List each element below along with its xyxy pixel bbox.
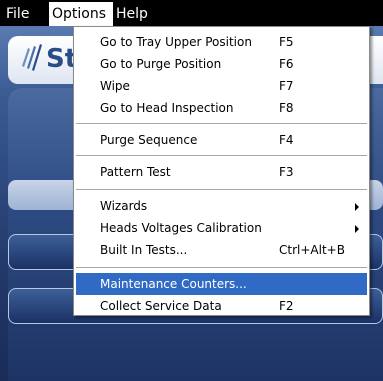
menu-item-shortcut: Ctrl+Alt+B (279, 243, 345, 257)
menu-item-shortcut: F7 (279, 79, 294, 93)
menu-item-label: Wipe (100, 79, 130, 93)
menu-item-label: Heads Voltages Calibration (100, 221, 262, 235)
menu-item-heads-voltages-calibration[interactable]: Heads Voltages Calibration (76, 217, 367, 239)
menu-item-go-to-purge-position[interactable]: Go to Purge Position F6 (76, 53, 367, 75)
menu-help[interactable]: Help (116, 3, 148, 25)
menu-item-label: Pattern Test (100, 165, 171, 179)
menu-item-maintenance-counters[interactable]: Maintenance Counters... (76, 273, 367, 295)
menu-item-shortcut: F3 (279, 165, 294, 179)
menu-item-built-in-tests[interactable]: Built In Tests... Ctrl+Alt+B (76, 239, 367, 261)
menu-file[interactable]: File (6, 3, 29, 25)
options-dropdown-menu: Go to Tray Upper Position F5 Go to Purge… (73, 26, 370, 316)
menu-separator (76, 155, 367, 156)
menu-item-go-to-head-inspection[interactable]: Go to Head Inspection F8 (76, 97, 367, 119)
menu-item-shortcut: F6 (279, 57, 294, 71)
menu-item-go-to-tray-upper-position[interactable]: Go to Tray Upper Position F5 (76, 31, 367, 53)
menu-item-label: Collect Service Data (100, 299, 222, 313)
menu-item-label: Go to Tray Upper Position (100, 35, 252, 49)
menu-item-shortcut: F2 (279, 299, 294, 313)
menu-item-collect-service-data[interactable]: Collect Service Data F2 (76, 295, 367, 317)
menu-item-shortcut: F4 (279, 133, 294, 147)
menu-item-purge-sequence[interactable]: Purge Sequence F4 (76, 129, 367, 151)
menu-options[interactable]: Options (52, 3, 106, 25)
menu-separator (76, 267, 367, 268)
menu-separator (76, 189, 367, 190)
submenu-arrow-icon (355, 225, 359, 233)
menu-item-label: Built In Tests... (100, 243, 188, 257)
menu-item-shortcut: F5 (279, 35, 294, 49)
menu-item-label: Maintenance Counters... (100, 277, 247, 291)
menu-item-wizards[interactable]: Wizards (76, 195, 367, 217)
menu-item-label: Go to Head Inspection (100, 101, 234, 115)
menu-item-label: Purge Sequence (100, 133, 198, 147)
application-window: St File Options Help Go to Tray Upper Po… (0, 0, 383, 381)
menu-item-wipe[interactable]: Wipe F7 (76, 75, 367, 97)
menu-separator (76, 123, 367, 124)
submenu-arrow-icon (355, 203, 359, 211)
menu-item-label: Wizards (100, 199, 148, 213)
menu-bar: File Options Help (0, 0, 383, 26)
menu-item-shortcut: F8 (279, 101, 294, 115)
menu-item-pattern-test[interactable]: Pattern Test F3 (76, 161, 367, 183)
menu-item-label: Go to Purge Position (100, 57, 222, 71)
logo-icon (22, 44, 42, 71)
